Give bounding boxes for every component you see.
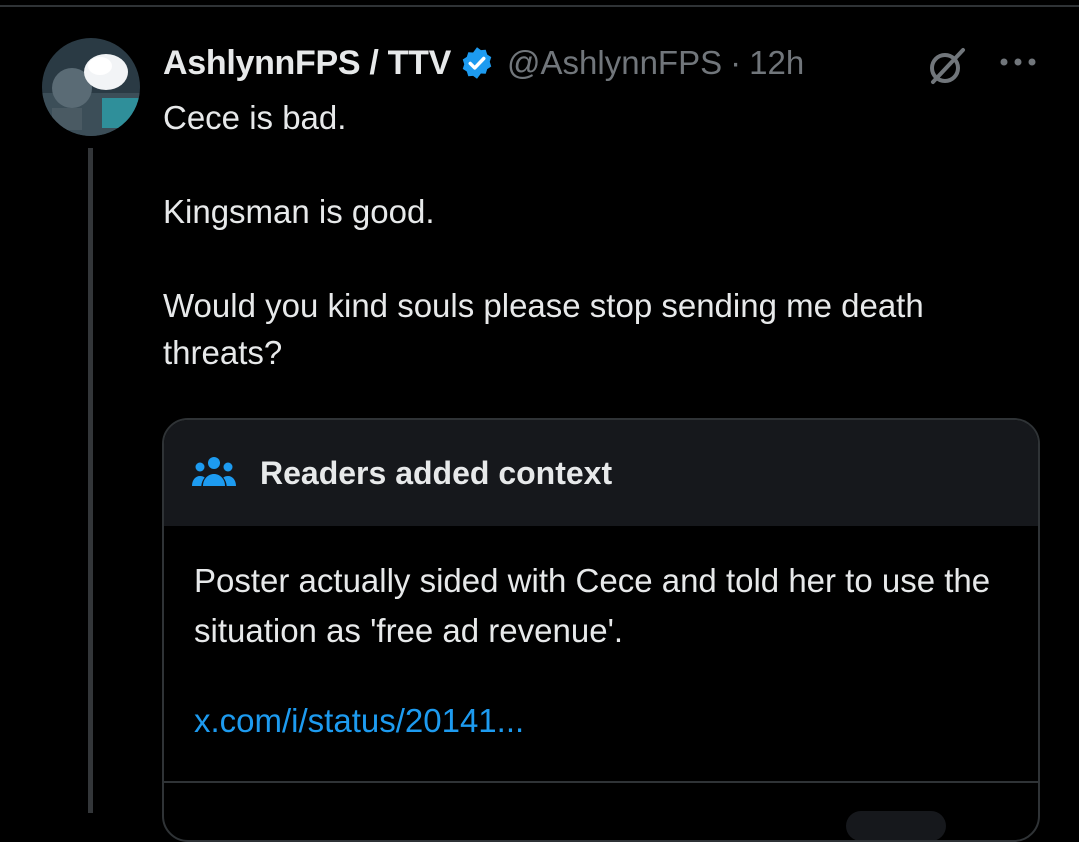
avatar[interactable] xyxy=(42,38,140,136)
top-divider xyxy=(0,5,1079,7)
community-note-divider xyxy=(164,781,1038,783)
handle[interactable]: @AshlynnFPS xyxy=(507,44,722,82)
community-note-link[interactable]: x.com/i/status/20141... xyxy=(194,696,1008,746)
community-note-body: Poster actually sided with Cece and told… xyxy=(164,526,1038,746)
post-text-line: Would you kind souls please stop sending… xyxy=(163,287,924,371)
post-text-line: Kingsman is good. xyxy=(163,193,435,230)
verified-badge-icon xyxy=(459,45,495,81)
post-text: Cece is bad. Kingsman is good. Would you… xyxy=(163,94,1043,376)
community-note-text: Poster actually sided with Cece and told… xyxy=(194,562,991,649)
separator-dot: · xyxy=(730,44,742,81)
avatar-image xyxy=(42,38,140,136)
grok-icon[interactable] xyxy=(925,44,969,88)
community-note-title: Readers added context xyxy=(260,454,613,491)
display-name[interactable]: AshlynnFPS / TTV xyxy=(163,44,451,83)
community-note-card[interactable]: Readers added context Poster actually si… xyxy=(162,418,1040,842)
more-options-icon[interactable] xyxy=(998,52,1038,72)
community-note-header: Readers added context xyxy=(164,420,1038,526)
people-icon xyxy=(192,454,236,492)
thread-line xyxy=(88,148,93,813)
timestamp[interactable]: 12h xyxy=(749,44,804,82)
post-header: AshlynnFPS / TTV @AshlynnFPS · 12h xyxy=(163,38,804,88)
community-note-rate-button[interactable] xyxy=(846,811,946,840)
post-text-line: Cece is bad. xyxy=(163,99,347,136)
